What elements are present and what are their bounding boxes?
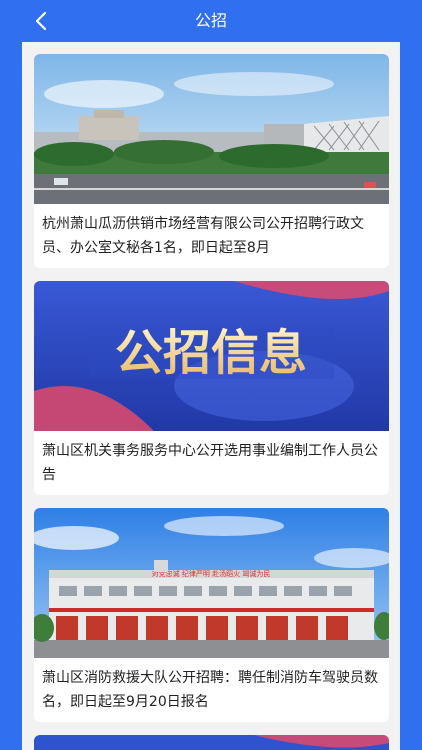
article-card[interactable]: 对党忠诚 纪律严明 赴汤蹈火 竭诚为民 萧山区消防救援大队公开招聘：聘任制消防车…	[34, 508, 389, 722]
article-card[interactable]: 公招信息 萧山区机关事务服务中心公开选用事业编制工作人员公告	[34, 281, 389, 495]
article-cover-image: 公招信息	[34, 281, 389, 431]
article-cover-image: 对党忠诚 纪律严明 赴汤蹈火 竭诚为民	[34, 508, 389, 658]
article-title[interactable]: 杭州萧山瓜沥供销市场经营有限公司公开招聘行政文员、办公室文秘各1名，即日起至8月	[34, 204, 389, 260]
page-title: 公招	[194, 11, 227, 30]
right-edge	[400, 0, 422, 750]
article-list[interactable]: 杭州萧山瓜沥供销市场经营有限公司公开招聘行政文员、办公室文秘各1名，即日起至8月…	[22, 42, 400, 750]
building-slogan: 对党忠诚 纪律严明 赴汤蹈火 竭诚为民	[152, 569, 271, 578]
article-cover-image	[34, 54, 389, 204]
article-cover-image	[34, 735, 389, 750]
article-card[interactable]	[34, 735, 389, 750]
top-bar: 公招	[0, 0, 422, 42]
article-title[interactable]: 萧山区机关事务服务中心公开选用事业编制工作人员公告	[34, 431, 389, 487]
article-title[interactable]: 萧山区消防救援大队公开招聘：聘任制消防车驾驶员数名，即日起至9月20日报名	[34, 658, 389, 714]
article-card[interactable]: 杭州萧山瓜沥供销市场经营有限公司公开招聘行政文员、办公室文秘各1名，即日起至8月	[34, 54, 389, 268]
banner-text: 公招信息	[115, 325, 307, 381]
left-edge	[0, 0, 22, 750]
